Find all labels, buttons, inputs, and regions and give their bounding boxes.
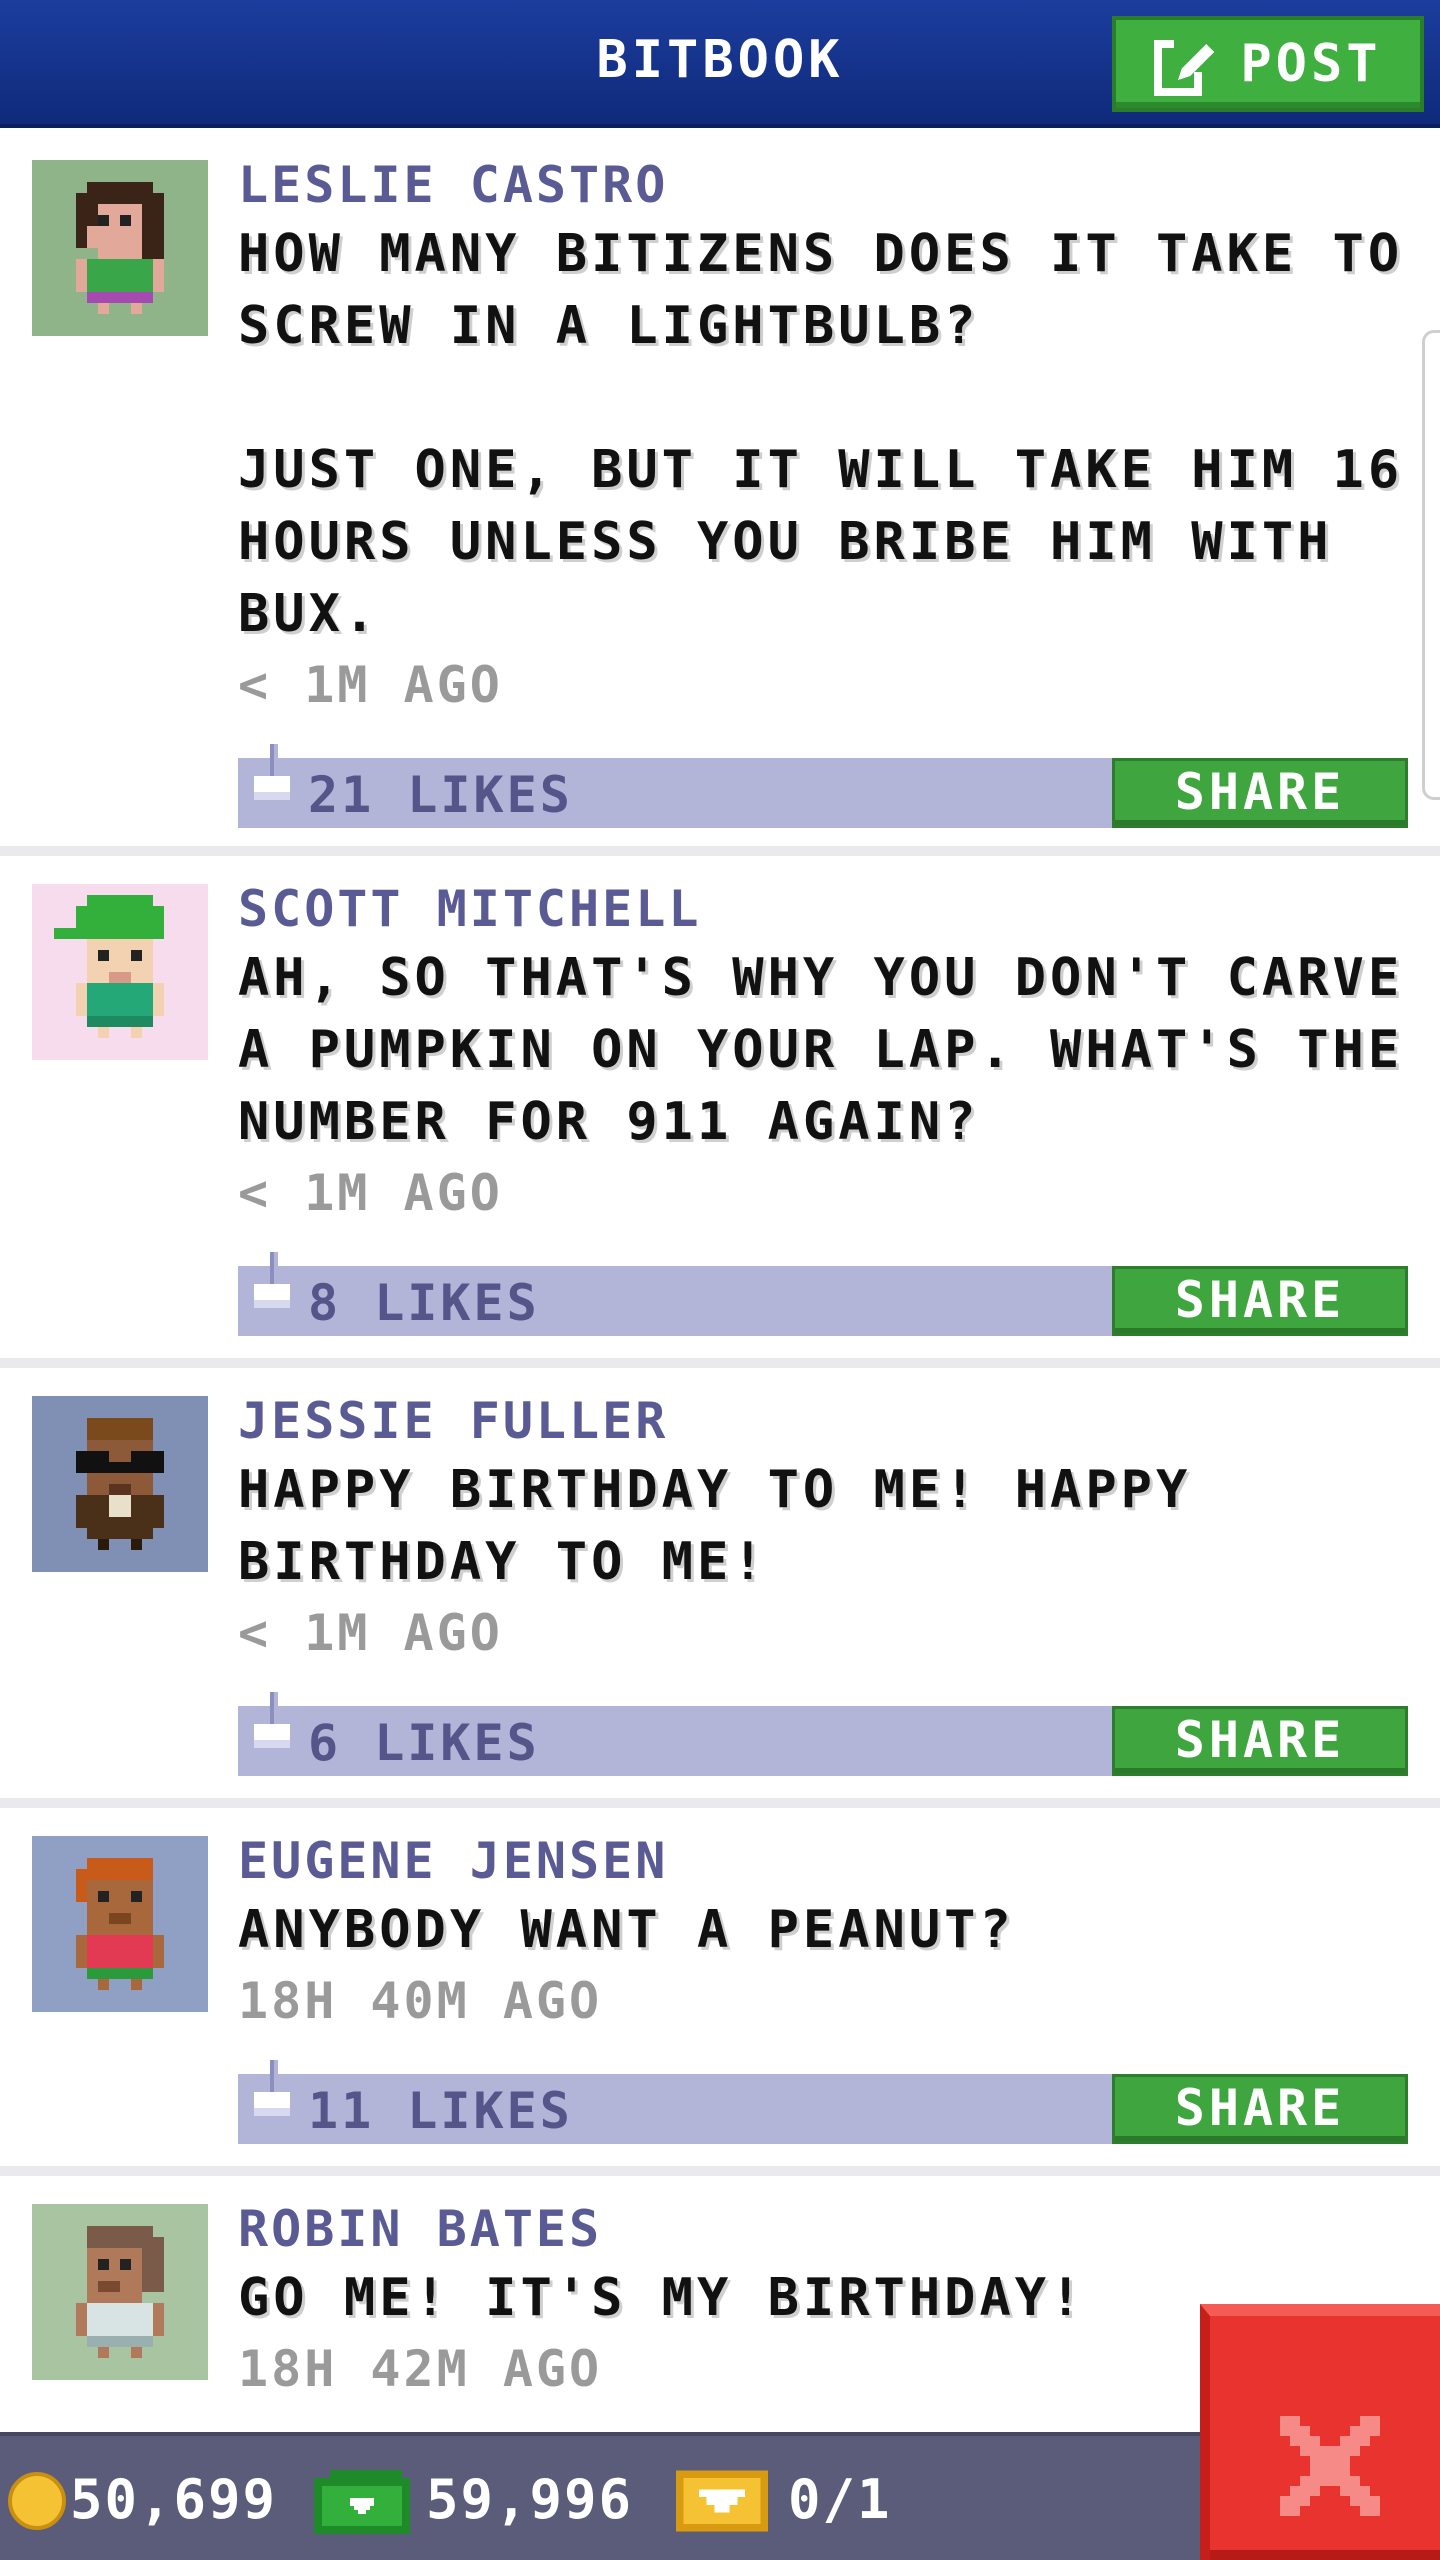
- thumbs-up-icon[interactable]: [254, 1252, 290, 1324]
- share-button[interactable]: SHARE: [1112, 758, 1408, 828]
- edit-icon: [1154, 32, 1218, 96]
- likes-count: 11 LIKES: [308, 2082, 573, 2140]
- post-button[interactable]: POST: [1112, 16, 1424, 112]
- feed-post: LESLIE CASTRO HOW MANY BITIZENS DOES IT …: [0, 132, 1440, 856]
- share-button[interactable]: SHARE: [1112, 1266, 1408, 1336]
- thumbs-up-icon[interactable]: [254, 2060, 290, 2132]
- post-message: AH, SO THAT'S WHY YOU DON'T CARVE A PUMP…: [238, 948, 1404, 1152]
- feed-post: EUGENE JENSEN ANYBODY WANT A PEANUT? 18H…: [0, 1808, 1440, 2176]
- likes-count: 8 LIKES: [308, 1274, 540, 1332]
- avatar[interactable]: [32, 160, 208, 336]
- close-button[interactable]: [1200, 2304, 1440, 2560]
- likes-count: 6 LIKES: [308, 1714, 540, 1772]
- header-bar: BITBOOK POST: [0, 0, 1440, 128]
- avatar[interactable]: [32, 884, 208, 1060]
- likes-bar: 11 LIKES SHARE: [238, 2060, 1408, 2144]
- bux-icon: [314, 2470, 410, 2534]
- post-author[interactable]: JESSIE FULLER: [238, 1388, 1408, 1454]
- feed-list: LESLIE CASTRO HOW MANY BITIZENS DOES IT …: [0, 132, 1440, 2436]
- post-message: HAPPY BIRTHDAY TO ME! HAPPY BIRTHDAY TO …: [238, 1460, 1192, 1592]
- likes-bar: 8 LIKES SHARE: [238, 1252, 1408, 1336]
- coins-count: 50,699: [70, 2468, 278, 2531]
- post-author[interactable]: LESLIE CASTRO: [238, 152, 1408, 218]
- avatar[interactable]: [32, 2204, 208, 2380]
- post-timestamp: < 1M AGO: [238, 1164, 503, 1222]
- post-button-label: POST: [1240, 34, 1382, 94]
- post-timestamp: < 1M AGO: [238, 656, 503, 714]
- feed-post: SCOTT MITCHELL AH, SO THAT'S WHY YOU DON…: [0, 856, 1440, 1368]
- avatar[interactable]: [32, 1836, 208, 2012]
- thumbs-up-icon[interactable]: [254, 1692, 290, 1764]
- post-author[interactable]: EUGENE JENSEN: [238, 1828, 1408, 1894]
- likes-bar: 6 LIKES SHARE: [238, 1692, 1408, 1776]
- close-icon: [1280, 2416, 1380, 2516]
- likes-count: 21 LIKES: [308, 766, 573, 824]
- post-message: ANYBODY WANT A PEANUT?: [238, 1900, 1015, 1960]
- scrollbar[interactable]: [1422, 330, 1440, 800]
- tickets-count: 0/1: [788, 2468, 892, 2531]
- likes-bar: 21 LIKES SHARE: [238, 744, 1408, 828]
- share-button[interactable]: SHARE: [1112, 1706, 1408, 1776]
- ticket-icon: [676, 2470, 768, 2532]
- coin-icon: [8, 2472, 66, 2530]
- post-message: HOW MANY BITIZENS DOES IT TAKE TO SCREW …: [238, 224, 1404, 644]
- share-button[interactable]: SHARE: [1112, 2074, 1408, 2144]
- post-author[interactable]: SCOTT MITCHELL: [238, 876, 1408, 942]
- post-timestamp: 18H 40M AGO: [238, 1972, 603, 2030]
- thumbs-up-icon[interactable]: [254, 744, 290, 816]
- bux-count: 59,996: [426, 2468, 634, 2531]
- post-timestamp: < 1M AGO: [238, 1604, 503, 1662]
- post-author[interactable]: ROBIN BATES: [238, 2196, 1408, 2262]
- avatar[interactable]: [32, 1396, 208, 1572]
- feed-post: JESSIE FULLER HAPPY BIRTHDAY TO ME! HAPP…: [0, 1368, 1440, 1808]
